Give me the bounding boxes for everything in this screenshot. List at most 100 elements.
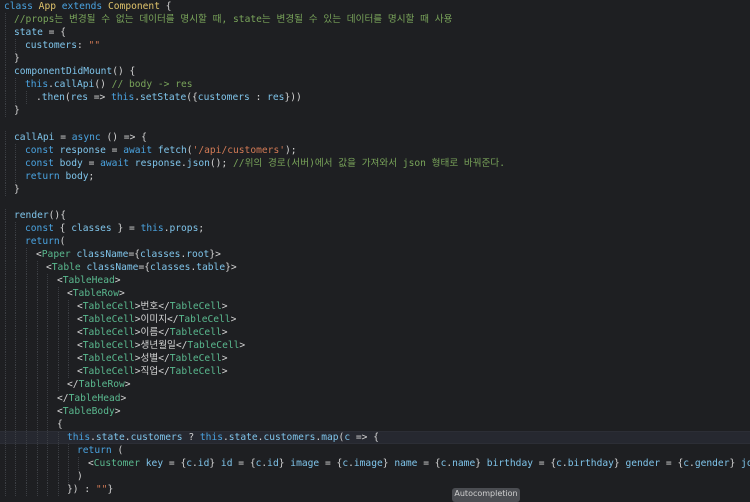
indent-guide: [47, 378, 48, 392]
indent-guide: [26, 365, 27, 379]
indent-guide: [47, 404, 48, 418]
code-line[interactable]: <TableRow>: [0, 287, 750, 301]
indent-guide: [15, 39, 16, 53]
code-line[interactable]: .then(res => this.setState({customers : …: [0, 91, 750, 105]
code-text: .then(res => this.setState({customers : …: [36, 92, 302, 104]
code-line[interactable]: {: [0, 417, 750, 431]
indent-guide: [15, 91, 16, 105]
indent-guide: [37, 417, 38, 431]
code-line[interactable]: callApi = async () => {: [0, 130, 750, 144]
indent-guide: [37, 404, 38, 418]
code-line[interactable]: <TableCell>생년월일</TableCell>: [0, 339, 750, 353]
indent-guide: [5, 234, 6, 248]
code-text: const body = await response.json(); //위의…: [25, 157, 506, 169]
indent-guide: [5, 365, 6, 379]
code-text: }: [14, 105, 20, 117]
indent-guide: [5, 26, 6, 40]
code-line[interactable]: ): [0, 469, 750, 483]
code-text: const { classes } = this.props;: [25, 222, 205, 234]
indent-guide: [5, 130, 6, 144]
code-line[interactable]: return(: [0, 234, 750, 248]
code-line[interactable]: <TableCell>이미지</TableCell>: [0, 313, 750, 327]
indent-guide: [26, 313, 27, 327]
indent-guide: [5, 339, 6, 353]
indent-guide: [15, 352, 16, 366]
code-line[interactable]: componentDidMount() {: [0, 65, 750, 79]
code-line[interactable]: }: [0, 104, 750, 118]
indent-guide: [15, 469, 16, 483]
code-line[interactable]: //props는 변경될 수 없는 데이터를 명시할 때, state는 변경될…: [0, 13, 750, 27]
code-line[interactable]: <TableCell>직업</TableCell>: [0, 365, 750, 379]
indent-guide: [68, 456, 69, 470]
indent-guide: [37, 300, 38, 314]
code-line[interactable]: <TableBody>: [0, 404, 750, 418]
code-line[interactable]: customers: "": [0, 39, 750, 53]
indent-guide: [15, 274, 16, 288]
code-text: }) : ""}: [67, 483, 114, 495]
indent-guide: [37, 443, 38, 457]
code-text: state = {: [14, 27, 67, 39]
indent-guide: [47, 456, 48, 470]
code-line[interactable]: const response = await fetch('/api/custo…: [0, 143, 750, 157]
indent-guide: [5, 91, 6, 105]
code-text: <TableHead>: [57, 275, 121, 287]
code-line[interactable]: }) : ""}: [0, 482, 750, 496]
indent-guide: [5, 404, 6, 418]
code-editor[interactable]: class App extends Component {//props는 변경…: [0, 0, 750, 496]
code-line[interactable]: <TableCell>번호</TableCell>: [0, 300, 750, 314]
indent-guide: [58, 482, 59, 496]
indent-guide: [5, 274, 6, 288]
code-text: <TableCell>성별</TableCell>: [77, 353, 228, 365]
code-line[interactable]: <TableCell>성별</TableCell>: [0, 352, 750, 366]
indent-guide: [15, 326, 16, 340]
indent-guide: [26, 378, 27, 392]
code-line[interactable]: class App extends Component {: [0, 0, 750, 13]
code-text: this.callApi() // body -> res: [25, 79, 193, 91]
code-text: <TableCell>이름</TableCell>: [77, 327, 228, 339]
indent-guide: [15, 287, 16, 301]
indent-guide: [58, 365, 59, 379]
code-text: </TableRow>: [67, 379, 131, 391]
code-line[interactable]: this.state.customers ? this.state.custom…: [0, 430, 750, 444]
indent-guide: [15, 313, 16, 327]
indent-guide: [47, 365, 48, 379]
indent-guide: [37, 469, 38, 483]
code-text: ): [77, 470, 83, 482]
code-text: <TableBody>: [57, 405, 121, 417]
code-line[interactable]: return body;: [0, 169, 750, 183]
code-line[interactable]: <Paper className={classes.root}>: [0, 247, 750, 261]
code-line[interactable]: }: [0, 182, 750, 196]
code-line[interactable]: const body = await response.json(); //위의…: [0, 156, 750, 170]
code-line[interactable]: <Table className={classes.table}>: [0, 261, 750, 274]
code-line[interactable]: </TableHead>: [0, 391, 750, 405]
code-line[interactable]: this.callApi() // body -> res: [0, 78, 750, 92]
code-line[interactable]: <Customer key = {c.id} id = {c.id} image…: [0, 456, 750, 470]
indent-guide: [26, 469, 27, 483]
indent-guide: [15, 169, 16, 183]
indent-guide: [26, 404, 27, 418]
indent-guide: [37, 261, 38, 274]
code-line[interactable]: [0, 196, 750, 209]
code-line[interactable]: return (: [0, 443, 750, 457]
indent-guide: [47, 313, 48, 327]
indent-guide: [5, 469, 6, 483]
code-line[interactable]: render(){: [0, 208, 750, 222]
code-text: <Customer key = {c.id} id = {c.id} image…: [88, 457, 750, 469]
indent-guide: [37, 482, 38, 496]
code-line[interactable]: const { classes } = this.props;: [0, 221, 750, 235]
indent-guide: [15, 404, 16, 418]
code-line[interactable]: </TableRow>: [0, 378, 750, 392]
indent-guide: [5, 208, 6, 222]
indent-guide: [26, 443, 27, 457]
code-line[interactable]: <TableHead>: [0, 274, 750, 288]
code-line[interactable]: [0, 117, 750, 130]
code-line[interactable]: state = {: [0, 26, 750, 40]
indent-guide: [26, 261, 27, 274]
indent-guide: [5, 352, 6, 366]
code-text: const response = await fetch('/api/custo…: [25, 144, 297, 156]
code-line[interactable]: <TableCell>이름</TableCell>: [0, 326, 750, 340]
code-text: {: [57, 418, 63, 430]
code-text: <TableCell>이미지</TableCell>: [77, 314, 237, 326]
code-line[interactable]: }: [0, 52, 750, 66]
indent-guide: [5, 182, 6, 196]
